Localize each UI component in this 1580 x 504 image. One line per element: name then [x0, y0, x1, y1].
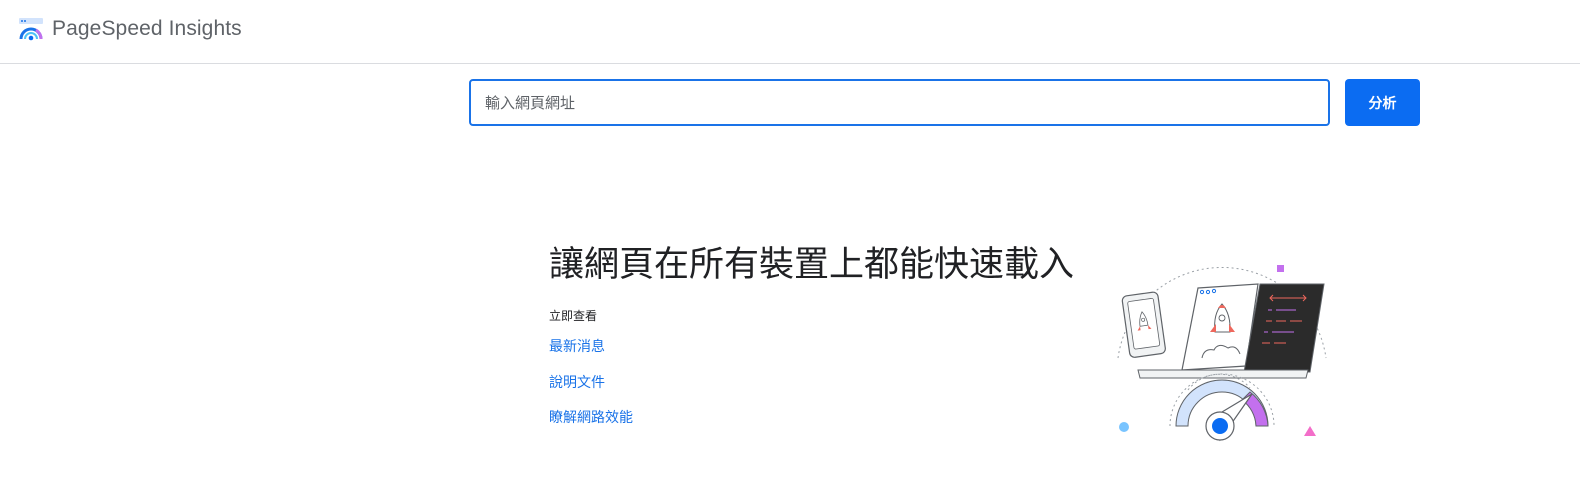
rocket-speed-gauge-illustration — [1117, 265, 1327, 442]
brand-home-link[interactable]: PageSpeed Insights — [18, 16, 242, 42]
pagespeed-gauge-icon — [19, 18, 43, 41]
whats-new-link[interactable]: 最新消息 — [549, 336, 605, 356]
brand-name: PageSpeed Insights — [52, 17, 242, 40]
documentation-link[interactable]: 說明文件 — [549, 372, 605, 392]
url-input[interactable] — [469, 79, 1330, 126]
hero-title: 讓網頁在所有裝置上都能快速載入 — [549, 245, 1075, 285]
learn-web-performance-link[interactable]: 瞭解網路效能 — [549, 407, 633, 427]
top-bar: PageSpeed Insights — [0, 0, 1580, 64]
analyze-button[interactable]: 分析 — [1345, 79, 1420, 126]
check-now-label: 立即查看 — [549, 309, 598, 323]
